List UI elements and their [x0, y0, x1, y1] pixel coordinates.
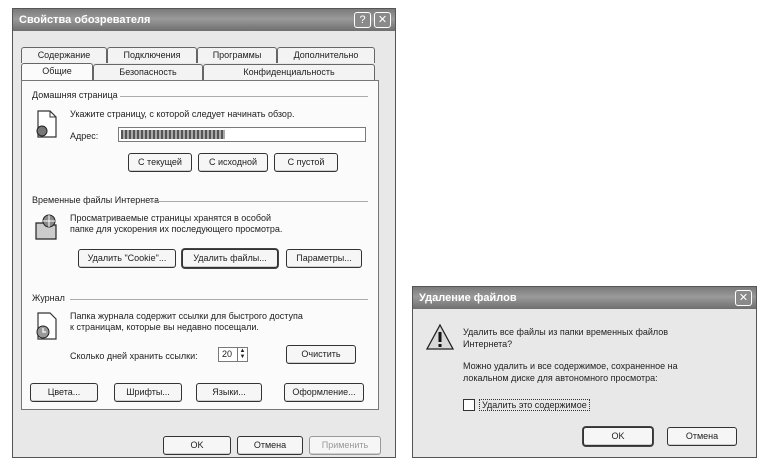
delete-question-1: Удалить все файлы из папки временных фай…	[463, 327, 669, 337]
address-field[interactable]	[118, 127, 366, 142]
apply-button[interactable]: Применить	[309, 436, 381, 455]
dialog-close-icon[interactable]: ✕	[735, 290, 752, 306]
tab-programs[interactable]: Программы	[197, 47, 277, 63]
temp-files-icon	[35, 214, 57, 240]
home-description: Укажите страницу, с которой следует начи…	[70, 109, 295, 119]
spinner-arrows-icon[interactable]: ▲ ▼	[237, 348, 247, 361]
internet-options-titlebar[interactable]: Свойства обозревателя	[13, 9, 395, 31]
delete-info-2: локальном диске для автономного просмотр…	[463, 373, 658, 383]
colors-button[interactable]: Цвета...	[30, 383, 98, 402]
delete-question-2: Интернета?	[463, 339, 513, 349]
delete-cookies-button[interactable]: Удалить "Cookie"...	[78, 249, 176, 268]
tab-security[interactable]: Безопасность	[93, 64, 203, 80]
temp-files-group-divider	[150, 201, 368, 202]
tab-connections[interactable]: Подключения	[107, 47, 197, 63]
use-blank-button[interactable]: С пустой	[274, 153, 338, 172]
temp-files-description-2: папке для ускорения их последующего прос…	[70, 224, 283, 234]
history-group-label: Журнал	[32, 293, 65, 303]
use-default-button[interactable]: С исходной	[198, 153, 268, 172]
delete-files-button[interactable]: Удалить файлы...	[182, 249, 278, 268]
delete-files-dialog: Удаление файлов ✕ Удалить все файлы из п…	[412, 286, 757, 458]
delete-dialog-title: Удаление файлов	[419, 292, 517, 304]
history-description-1: Папка журнала содержит ссылки для быстро…	[70, 311, 303, 321]
delete-cancel-button[interactable]: Отмена	[667, 427, 737, 446]
address-field-selection	[121, 130, 225, 139]
cancel-button[interactable]: Отмена	[237, 436, 303, 455]
delete-info-1: Можно удалить и все содержимое, сохранен…	[463, 361, 678, 371]
close-icon[interactable]: ✕	[374, 12, 391, 28]
screen: { "props": { "title": "Свойства обозрева…	[0, 0, 759, 461]
help-icon[interactable]: ?	[354, 12, 371, 28]
ok-button[interactable]: OK	[163, 436, 231, 455]
tab-panel-general: Домашняя страница Укажите страницу, с ко…	[21, 80, 379, 410]
delete-ok-button[interactable]: OK	[583, 427, 653, 446]
delete-offline-content-checkbox[interactable]	[463, 399, 475, 411]
history-icon	[36, 312, 57, 340]
history-days-value: 20	[222, 349, 233, 359]
tab-advanced[interactable]: Дополнительно	[277, 47, 375, 63]
address-label: Адрес:	[70, 131, 99, 141]
history-days-label: Сколько дней хранить ссылки:	[70, 351, 198, 361]
home-group-label: Домашняя страница	[32, 90, 118, 100]
tab-privacy[interactable]: Конфиденциальность	[203, 64, 375, 80]
settings-button[interactable]: Параметры...	[286, 249, 362, 268]
fonts-button[interactable]: Шрифты...	[114, 383, 182, 402]
languages-button[interactable]: Языки...	[196, 383, 262, 402]
history-group-divider	[70, 299, 368, 300]
tab-content[interactable]: Содержание	[21, 47, 107, 63]
window-title: Свойства обозревателя	[19, 14, 151, 26]
delete-dialog-titlebar[interactable]: Удаление файлов	[413, 287, 756, 309]
temp-files-group-label: Временные файлы Интернета	[32, 195, 159, 205]
internet-options-window: Свойства обозревателя ? ✕ Содержание Под…	[12, 8, 396, 458]
delete-offline-content-label[interactable]: Удалить это содержимое	[479, 399, 590, 411]
use-current-button[interactable]: С текущей	[128, 153, 192, 172]
clear-history-button[interactable]: Очистить	[286, 345, 356, 364]
appearance-button[interactable]: Оформление...	[284, 383, 364, 402]
history-description-2: к страницам, которые вы недавно посещали…	[70, 322, 259, 332]
home-page-icon	[36, 110, 57, 138]
history-days-spinner[interactable]: 20 ▲ ▼	[218, 347, 248, 362]
warning-icon	[425, 323, 455, 350]
home-group-divider	[120, 96, 368, 97]
tab-general[interactable]: Общие	[21, 63, 93, 80]
temp-files-description-1: Просматриваемые страницы хранятся в особ…	[70, 213, 272, 223]
